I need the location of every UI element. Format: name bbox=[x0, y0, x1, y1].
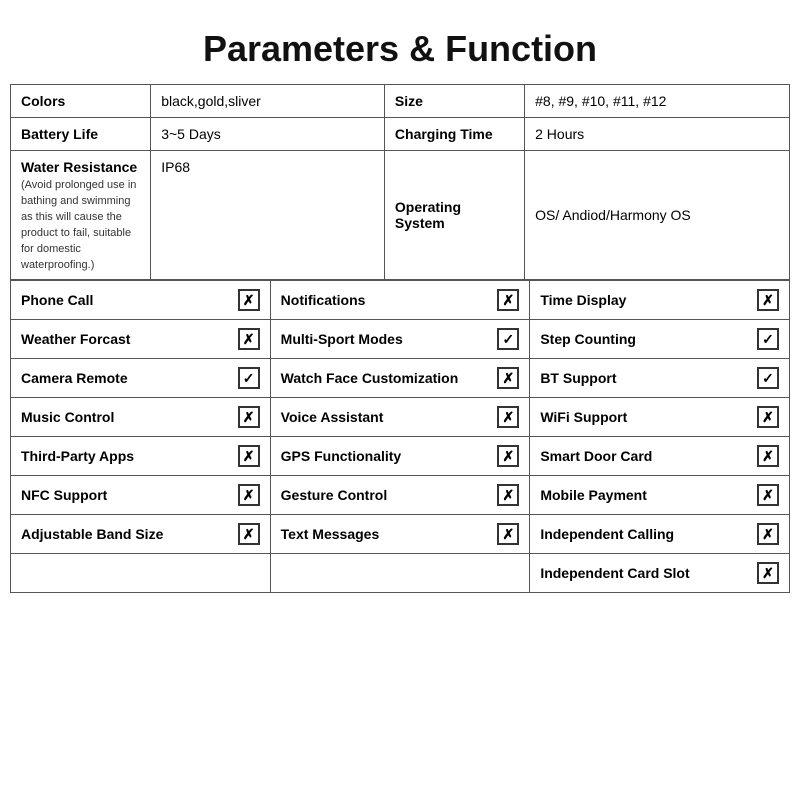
check-icon bbox=[497, 445, 519, 467]
check-icon bbox=[757, 367, 779, 389]
check-icon bbox=[497, 484, 519, 506]
check-icon bbox=[238, 484, 260, 506]
feature-cell: Phone Call bbox=[11, 281, 271, 320]
feature-cell: Step Counting bbox=[530, 320, 790, 359]
feature-name: Text Messages bbox=[281, 526, 492, 542]
water-label: Water Resistance bbox=[21, 159, 137, 175]
feature-cell: Text Messages bbox=[270, 515, 530, 554]
check-icon bbox=[497, 523, 519, 545]
charging-label: Charging Time bbox=[395, 126, 493, 142]
feature-cell: Music Control bbox=[11, 398, 271, 437]
feature-row: Adjustable Band Size Text Messages Indepen… bbox=[11, 515, 790, 554]
feature-cell: Watch Face Customization bbox=[270, 359, 530, 398]
feature-name: Multi-Sport Modes bbox=[281, 331, 492, 347]
colors-label: Colors bbox=[21, 93, 65, 109]
feature-cell: BT Support bbox=[530, 359, 790, 398]
feature-row: NFC Support Gesture Control Mobile Payment bbox=[11, 476, 790, 515]
check-icon bbox=[757, 484, 779, 506]
feature-cell: Mobile Payment bbox=[530, 476, 790, 515]
feature-cell bbox=[11, 554, 271, 593]
check-icon bbox=[238, 328, 260, 350]
feature-cell: Independent Card Slot bbox=[530, 554, 790, 593]
feature-name: Mobile Payment bbox=[540, 487, 751, 503]
feature-cell: Independent Calling bbox=[530, 515, 790, 554]
feature-name: GPS Functionality bbox=[281, 448, 492, 464]
check-icon bbox=[757, 523, 779, 545]
feature-row: Phone Call Notifications Time Display bbox=[11, 281, 790, 320]
feature-cell: NFC Support bbox=[11, 476, 271, 515]
feature-name: Independent Calling bbox=[540, 526, 751, 542]
water-note: (Avoid prolonged use in bathing and swim… bbox=[21, 179, 136, 271]
feature-cell: Camera Remote bbox=[11, 359, 271, 398]
feature-cell: Weather Forcast bbox=[11, 320, 271, 359]
check-icon bbox=[757, 562, 779, 584]
battery-label: Battery Life bbox=[21, 126, 98, 142]
check-icon bbox=[497, 289, 519, 311]
feature-name: Phone Call bbox=[21, 292, 232, 308]
check-icon bbox=[497, 406, 519, 428]
page-title: Parameters & Function bbox=[10, 10, 790, 84]
feature-name: Step Counting bbox=[540, 331, 751, 347]
check-icon bbox=[238, 406, 260, 428]
feature-name: Smart Door Card bbox=[540, 448, 751, 464]
feature-row: Independent Card Slot bbox=[11, 554, 790, 593]
water-row: Water Resistance (Avoid prolonged use in… bbox=[11, 151, 790, 280]
feature-name: WiFi Support bbox=[540, 409, 751, 425]
feature-row: Music Control Voice Assistant WiFi Support bbox=[11, 398, 790, 437]
feature-cell bbox=[270, 554, 530, 593]
feature-cell: Time Display bbox=[530, 281, 790, 320]
size-label: Size bbox=[395, 93, 423, 109]
feature-cell: Multi-Sport Modes bbox=[270, 320, 530, 359]
check-icon bbox=[238, 289, 260, 311]
feature-row: Weather Forcast Multi-Sport Modes Step Cou… bbox=[11, 320, 790, 359]
feature-name: Gesture Control bbox=[281, 487, 492, 503]
feature-name: Watch Face Customization bbox=[281, 370, 492, 386]
check-icon bbox=[497, 328, 519, 350]
check-icon bbox=[238, 367, 260, 389]
os-value: OS/ Andiod/Harmony OS bbox=[535, 207, 691, 223]
features-table: Phone Call Notifications Time Display Weath… bbox=[10, 280, 790, 593]
feature-row: Camera Remote Watch Face Customization BT … bbox=[11, 359, 790, 398]
feature-name: Voice Assistant bbox=[281, 409, 492, 425]
feature-name: BT Support bbox=[540, 370, 751, 386]
feature-name: Weather Forcast bbox=[21, 331, 232, 347]
os-label: Operating System bbox=[395, 199, 461, 231]
check-icon bbox=[757, 328, 779, 350]
feature-name: Adjustable Band Size bbox=[21, 526, 232, 542]
feature-name: Time Display bbox=[540, 292, 751, 308]
feature-name: Camera Remote bbox=[21, 370, 232, 386]
charging-value: 2 Hours bbox=[535, 126, 584, 142]
check-icon bbox=[757, 445, 779, 467]
check-icon bbox=[757, 289, 779, 311]
feature-cell: Smart Door Card bbox=[530, 437, 790, 476]
feature-name: Notifications bbox=[281, 292, 492, 308]
feature-cell: Voice Assistant bbox=[270, 398, 530, 437]
feature-name: Third-Party Apps bbox=[21, 448, 232, 464]
feature-row: Third-Party Apps GPS Functionality Smart D… bbox=[11, 437, 790, 476]
feature-cell: Gesture Control bbox=[270, 476, 530, 515]
feature-cell: Notifications bbox=[270, 281, 530, 320]
check-icon bbox=[238, 523, 260, 545]
check-icon bbox=[497, 367, 519, 389]
feature-name: Independent Card Slot bbox=[540, 565, 751, 581]
colors-value: black,gold,sliver bbox=[161, 93, 261, 109]
check-icon bbox=[238, 445, 260, 467]
size-value: #8, #9, #10, #11, #12 bbox=[535, 93, 666, 109]
feature-cell: Third-Party Apps bbox=[11, 437, 271, 476]
battery-row: Battery Life 3~5 Days Charging Time 2 Ho… bbox=[11, 118, 790, 151]
feature-cell: Adjustable Band Size bbox=[11, 515, 271, 554]
colors-row: Colors black,gold,sliver Size #8, #9, #1… bbox=[11, 85, 790, 118]
feature-name: NFC Support bbox=[21, 487, 232, 503]
water-value: IP68 bbox=[161, 159, 190, 175]
battery-value: 3~5 Days bbox=[161, 126, 221, 142]
feature-cell: GPS Functionality bbox=[270, 437, 530, 476]
feature-cell: WiFi Support bbox=[530, 398, 790, 437]
check-icon bbox=[757, 406, 779, 428]
feature-name: Music Control bbox=[21, 409, 232, 425]
